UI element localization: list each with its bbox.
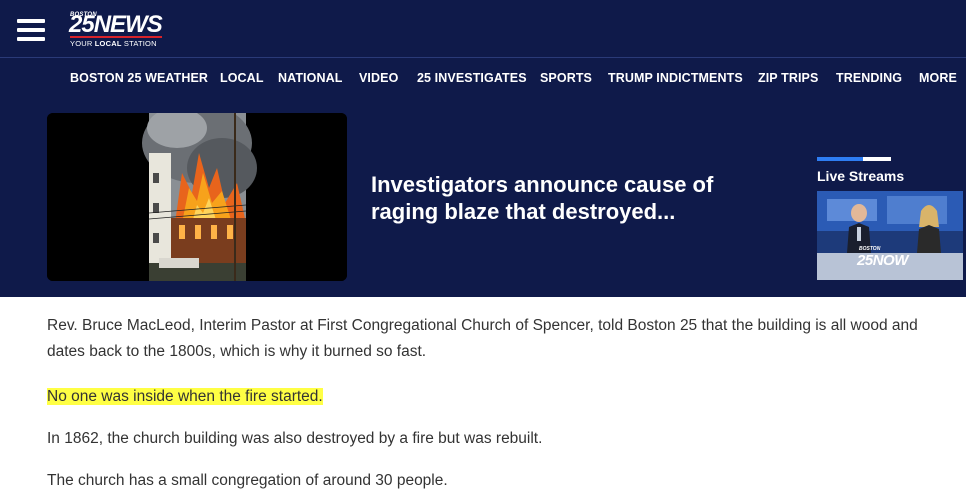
logo-tagline: YOUR LOCAL STATION [70, 39, 157, 48]
site-header: BOSTON 25NEWS YOUR LOCAL STATION [0, 0, 966, 58]
nav-item-local[interactable]: LOCAL [220, 71, 264, 85]
nav-item-25-investigates[interactable]: 25 INVESTIGATES [417, 71, 527, 85]
site-logo[interactable]: BOSTON 25NEWS YOUR LOCAL STATION [69, 10, 179, 50]
main-nav: BOSTON 25 WEATHER LOCAL NATIONAL VIDEO 2… [0, 58, 966, 98]
nav-item-zip-trips[interactable]: ZIP TRIPS [758, 71, 818, 85]
church-fire-photo [47, 113, 347, 281]
nav-item-sports[interactable]: SPORTS [540, 71, 592, 85]
logo-wordmark: 25NEWS [69, 11, 163, 38]
live-stream-logo: BOSTON 25NOW [857, 246, 908, 269]
article-paragraph: In 1862, the church building was also de… [47, 430, 543, 447]
article-paragraph-highlighted: No one was inside when the fire started. [47, 384, 323, 410]
nav-item-weather[interactable]: BOSTON 25 WEATHER [70, 71, 208, 85]
nav-item-trump-indictments[interactable]: TRUMP INDICTMENTS [608, 71, 743, 85]
highlighted-text: No one was inside when the fire started. [47, 388, 323, 405]
nav-item-national[interactable]: NATIONAL [278, 71, 342, 85]
nav-item-video[interactable]: VIDEO [359, 71, 398, 85]
hero-image[interactable] [47, 113, 347, 281]
hero-section: Investigators announce cause of raging b… [0, 98, 966, 297]
article-paragraph: The church has a small congregation of a… [47, 472, 448, 489]
nav-item-more[interactable]: MORE [919, 71, 957, 85]
live-streams-accent-bar [817, 157, 891, 161]
logo-underline [70, 36, 162, 38]
nav-item-trending[interactable]: TRENDING [836, 71, 902, 85]
live-streams-title: Live Streams [817, 168, 905, 184]
article-paragraph: Rev. Bruce MacLeod, Interim Pastor at Fi… [47, 317, 918, 360]
live-stream-thumbnail[interactable]: BOSTON 25NOW [817, 191, 963, 280]
hamburger-menu-icon[interactable] [17, 19, 45, 41]
hero-headline[interactable]: Investigators announce cause of raging b… [371, 171, 751, 225]
